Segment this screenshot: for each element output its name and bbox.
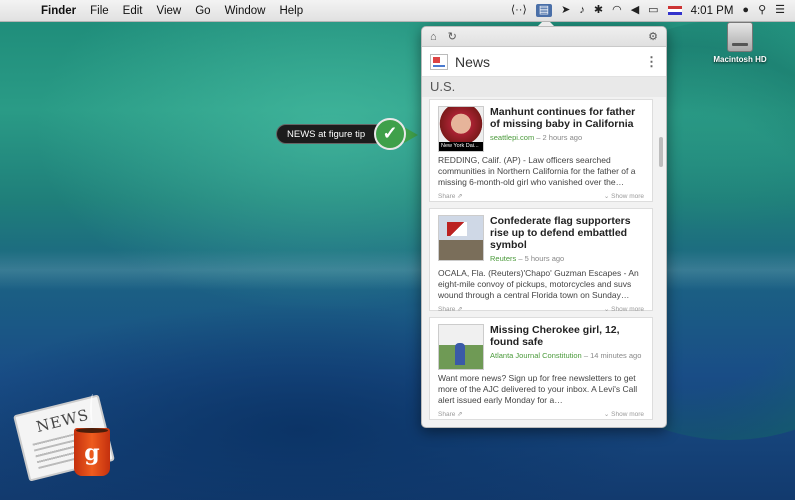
scrollbar[interactable] [659,137,663,167]
bell-icon[interactable]: ♪ [579,5,585,16]
status-area: ⟨··⟩ ▤ ➤ ♪ ✱ ◠ ◀ ▭ 4:01 PM ● ⚲ ☰ [511,4,795,17]
news-card[interactable]: Confederate flag supporters rise up to d… [429,208,653,313]
notification-center-icon[interactable]: ☰ [775,5,785,16]
news-app-icon[interactable]: NEWS g [13,392,128,492]
menu-edit[interactable]: Edit [116,5,150,17]
article-thumbnail[interactable] [438,324,484,370]
article-time: – 14 minutes ago [583,351,642,360]
spotlight-icon[interactable]: ⚲ [758,5,766,16]
wifi-icon[interactable]: ◠ [612,5,622,16]
news-header: News ⋮ [422,47,666,77]
mug-icon: g [74,428,110,476]
flag-arrow-icon[interactable]: ➤ [561,5,570,16]
home-icon[interactable]: ⌂ [430,31,437,43]
code-icon[interactable]: ⟨··⟩ [511,5,527,16]
clock[interactable]: 4:01 PM [691,5,734,17]
user-icon[interactable]: ● [742,5,749,16]
menu-window[interactable]: Window [218,5,273,17]
macintosh-hd[interactable]: Macintosh HD [710,22,770,64]
us-flag-icon[interactable] [667,6,682,15]
menu-view[interactable]: View [150,5,189,17]
show-more-button[interactable]: ⌄ Show more [604,410,644,418]
battery-icon[interactable]: ▭ [648,5,658,16]
mug-letter: g [84,440,100,466]
menu-file[interactable]: File [83,5,116,17]
menu-go[interactable]: Go [188,5,217,17]
news-card[interactable]: New York Dai... Manhunt continues for fa… [429,99,653,202]
news-menu-icon[interactable]: ▤ [535,4,553,17]
article-snippet: OCALA, Fla. (Reuters)'Chapo' Guzman Esca… [438,268,639,300]
panel-title: News [455,53,491,70]
menu-bar: Finder File Edit View Go Window Help ⟨··… [0,0,795,22]
article-source[interactable]: seattlepi.com [490,133,534,142]
share-button[interactable]: Share ⇗ [438,410,463,418]
menu-help[interactable]: Help [272,5,310,17]
drive-label: Macintosh HD [713,55,767,64]
refresh-icon[interactable]: ↻ [448,30,457,43]
share-button[interactable]: Share ⇗ [438,192,463,200]
news-card[interactable]: Missing Cherokee girl, 12, found safe At… [429,317,653,420]
article-snippet: REDDING, Calif. (AP) - Law officers sear… [438,155,636,187]
section-title: U.S. [422,77,666,97]
article-source[interactable]: Atlanta Journal Constitution [490,351,582,360]
volume-icon[interactable]: ◀ [631,5,639,16]
article-headline[interactable]: Confederate flag supporters rise up to d… [490,215,646,251]
news-logo-icon [430,53,448,70]
article-thumbnail[interactable]: New York Dai... [438,106,484,152]
popover-toolbar: ⌂ ↻ ⚙ [422,27,666,47]
article-headline[interactable]: Manhunt continues for father of missing … [490,106,646,130]
show-more-button[interactable]: ⌄ Show more [604,192,644,200]
steam-icon [90,394,96,424]
show-more-button[interactable]: ⌄ Show more [604,305,644,313]
figure-tip: NEWS at figure tip ✓ [276,118,418,150]
news-popover: ⌂ ↻ ⚙ News ⋮ U.S. New York Dai... Manhun… [421,26,667,428]
article-snippet: Want more news? Sign up for free newslet… [438,373,638,405]
share-button[interactable]: Share ⇗ [438,305,463,313]
article-time: – 5 hours ago [518,254,565,263]
tip-arrow [404,127,418,143]
bluetooth-icon[interactable]: ✱ [594,5,603,16]
article-headline[interactable]: Missing Cherokee girl, 12, found safe [490,324,646,348]
article-time: – 2 hours ago [536,133,583,142]
checkmark-icon: ✓ [374,118,406,150]
wave-foam [0,250,795,290]
article-source[interactable]: Reuters [490,254,516,263]
more-menu-icon[interactable]: ⋮ [645,54,658,70]
hard-drive-icon [727,22,753,52]
thumbnail-caption: New York Dai... [439,142,483,151]
article-thumbnail[interactable] [438,215,484,261]
menu-finder[interactable]: Finder [34,5,83,17]
settings-icon[interactable]: ⚙ [648,30,658,43]
